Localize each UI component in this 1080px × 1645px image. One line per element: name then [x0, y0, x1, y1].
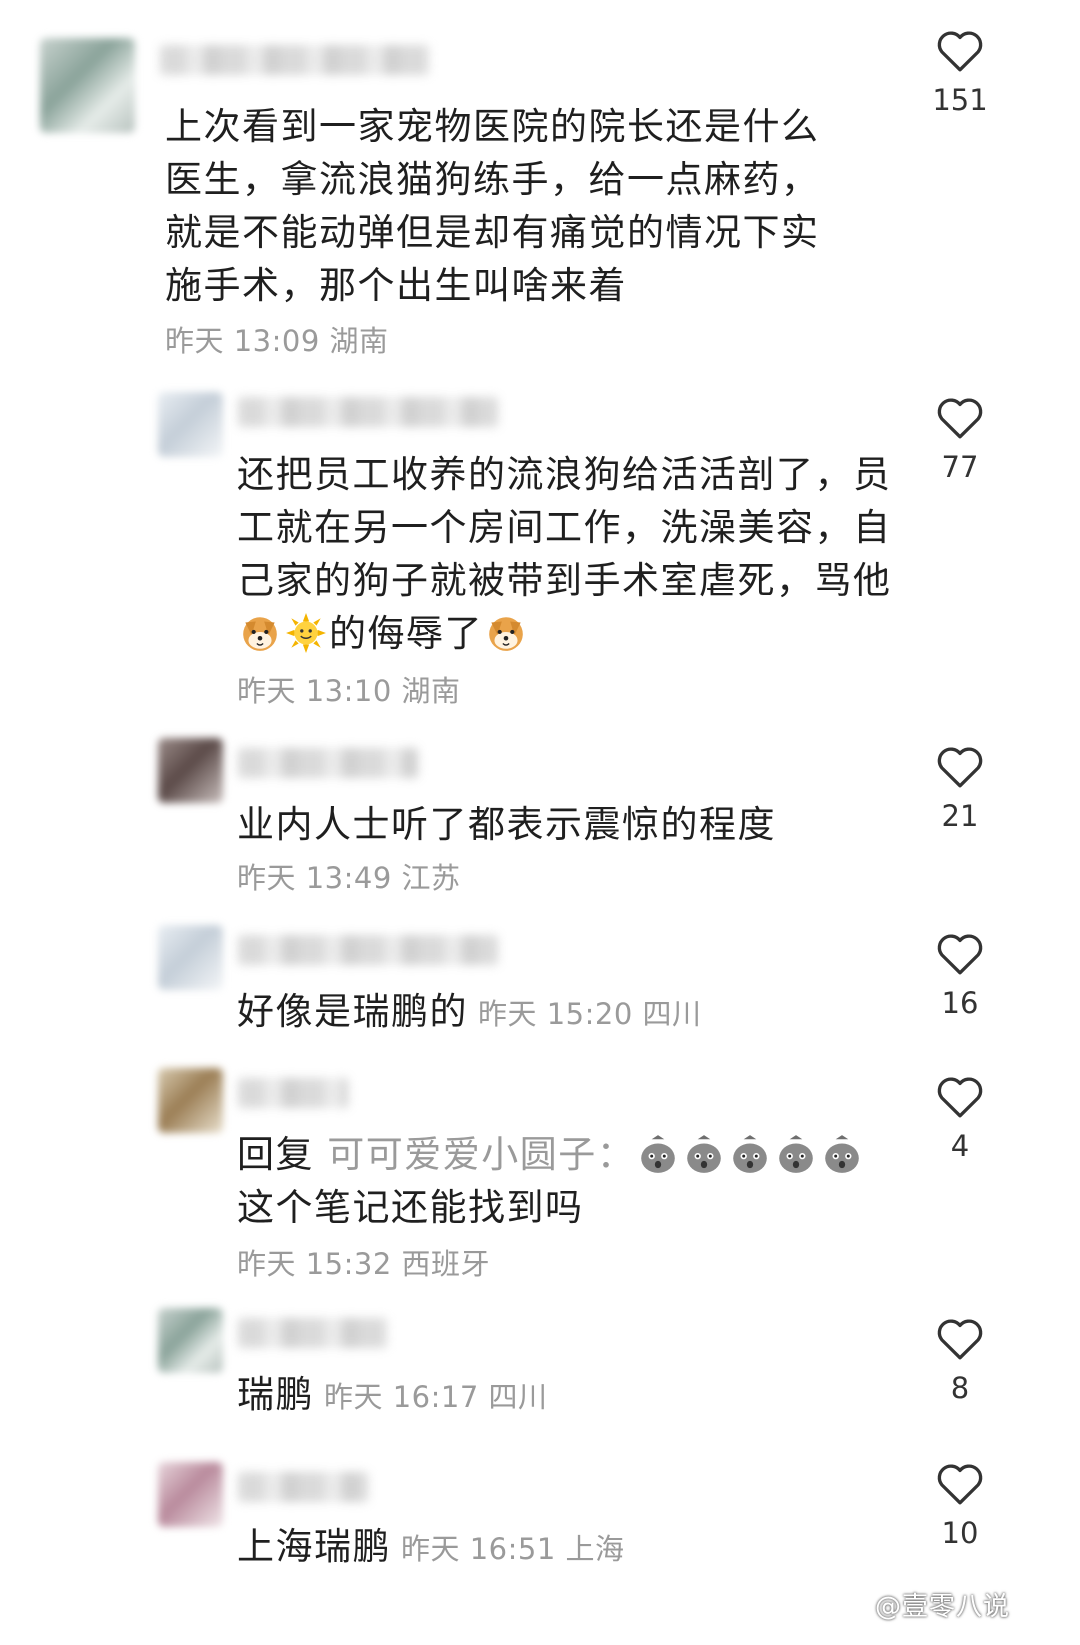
username-blurred[interactable] [238, 1318, 388, 1348]
comment-time: 昨天 13:09 [165, 324, 320, 358]
comment-text-part: 好像是瑞鹏的 [237, 990, 468, 1033]
comment-meta: 昨天 16:51 上海 [401, 1532, 625, 1566]
comment-meta: 昨天 15:20 四川 [478, 997, 702, 1031]
like-count: 77 [941, 450, 979, 484]
sun-emoji [285, 612, 327, 654]
watermark: @壹零八说 [874, 1592, 1010, 1622]
avatar[interactable] [158, 925, 223, 990]
like-button[interactable]: 77 [930, 394, 990, 484]
reply-to-user[interactable]: 可可爱爱小圆子： [327, 1133, 635, 1176]
comment-text: 瑞鹏 昨天 16:17 四川 [237, 1368, 897, 1424]
heart-icon [937, 31, 983, 72]
like-count: 10 [941, 1516, 979, 1550]
like-button[interactable]: 151 [930, 27, 990, 117]
comment-text: 业内人士听了都表示震惊的程度 [237, 803, 776, 846]
like-count: 21 [941, 799, 979, 833]
shocked-bag-emoji [637, 1133, 679, 1175]
shocked-bag-emoji [729, 1133, 771, 1175]
avatar[interactable] [158, 1308, 223, 1373]
heart-icon [937, 934, 983, 975]
like-count: 151 [932, 83, 988, 117]
comment-meta: 昨天 13:49 江苏 [237, 855, 461, 897]
comment-location: 湖南 [401, 674, 461, 708]
shocked-bag-emoji [821, 1133, 863, 1175]
avatar[interactable] [158, 738, 223, 803]
heart-icon [937, 1077, 983, 1118]
comment-location: 湖南 [329, 324, 389, 358]
reply-prefix: 回复 [237, 1133, 314, 1176]
avatar[interactable] [40, 38, 135, 133]
heart-icon [937, 398, 983, 439]
username-blurred[interactable] [238, 1472, 368, 1502]
heart-icon [937, 1464, 983, 1505]
heart-icon [937, 747, 983, 788]
username-blurred[interactable] [238, 935, 498, 965]
username-blurred[interactable] [160, 45, 430, 75]
comment-text-part: 的侮辱了 [329, 612, 483, 655]
username-blurred[interactable] [238, 748, 418, 778]
comment-location: 四川 [642, 997, 702, 1031]
like-count: 8 [950, 1371, 970, 1405]
like-button[interactable]: 8 [930, 1315, 990, 1405]
comment-text-part: 还把员工收养的流浪狗给活活剖了，员工就在另一个房间工作，洗澡美容，自己家的狗子就… [237, 453, 892, 602]
username-blurred[interactable] [238, 1078, 348, 1108]
shocked-bag-emoji [683, 1133, 725, 1175]
like-button[interactable]: 16 [930, 930, 990, 1020]
comment-time: 昨天 15:32 [237, 1247, 392, 1281]
like-count: 16 [941, 986, 979, 1020]
username-blurred[interactable] [238, 397, 498, 427]
comment-location: 江苏 [401, 861, 461, 895]
avatar[interactable] [158, 1068, 223, 1133]
comment-text: 上海瑞鹏 昨天 16:51 上海 [237, 1520, 897, 1576]
dog-face-emoji [239, 612, 281, 654]
avatar[interactable] [158, 1462, 223, 1527]
comment-time: 昨天 16:51 [401, 1532, 556, 1566]
comment-text-part: 上海瑞鹏 [237, 1525, 391, 1568]
comment-text-part: 这个笔记还能找到吗 [237, 1186, 584, 1229]
comment-meta: 昨天 16:17 四川 [324, 1380, 548, 1414]
like-button[interactable]: 10 [930, 1460, 990, 1550]
comment-text: 上次看到一家宠物医院的院长还是什么医生，拿流浪猫狗练手，给一点麻药，就是不能动弹… [165, 105, 820, 307]
shocked-bag-emoji [775, 1133, 817, 1175]
comment-location: 西班牙 [401, 1247, 491, 1281]
comment-meta: 昨天 15:32 西班牙 [237, 1241, 490, 1283]
comment-meta: 昨天 13:09 湖南 [165, 318, 389, 360]
comment-location: 上海 [565, 1532, 625, 1566]
comment-text: 好像是瑞鹏的 昨天 15:20 四川 [237, 985, 897, 1041]
comment-text-part: 瑞鹏 [237, 1373, 314, 1416]
comment-time: 昨天 16:17 [324, 1380, 479, 1414]
comment-location: 四川 [488, 1380, 548, 1414]
like-button[interactable]: 4 [930, 1073, 990, 1163]
like-count: 4 [950, 1129, 970, 1163]
comment-time: 昨天 15:20 [478, 997, 633, 1031]
comment-text: 还把员工收养的流浪狗给活活剖了，员工就在另一个房间工作，洗澡美容，自己家的狗子就… [237, 448, 897, 660]
heart-icon [937, 1319, 983, 1360]
like-button[interactable]: 21 [930, 743, 990, 833]
avatar[interactable] [158, 392, 223, 457]
comment-time: 昨天 13:49 [237, 861, 392, 895]
dog-face-emoji [485, 612, 527, 654]
comment-time: 昨天 13:10 [237, 674, 392, 708]
comment-meta: 昨天 13:10 湖南 [237, 668, 461, 710]
comment-text: 回复 可可爱爱小圆子： 这个笔记还能找到吗 [237, 1128, 897, 1234]
